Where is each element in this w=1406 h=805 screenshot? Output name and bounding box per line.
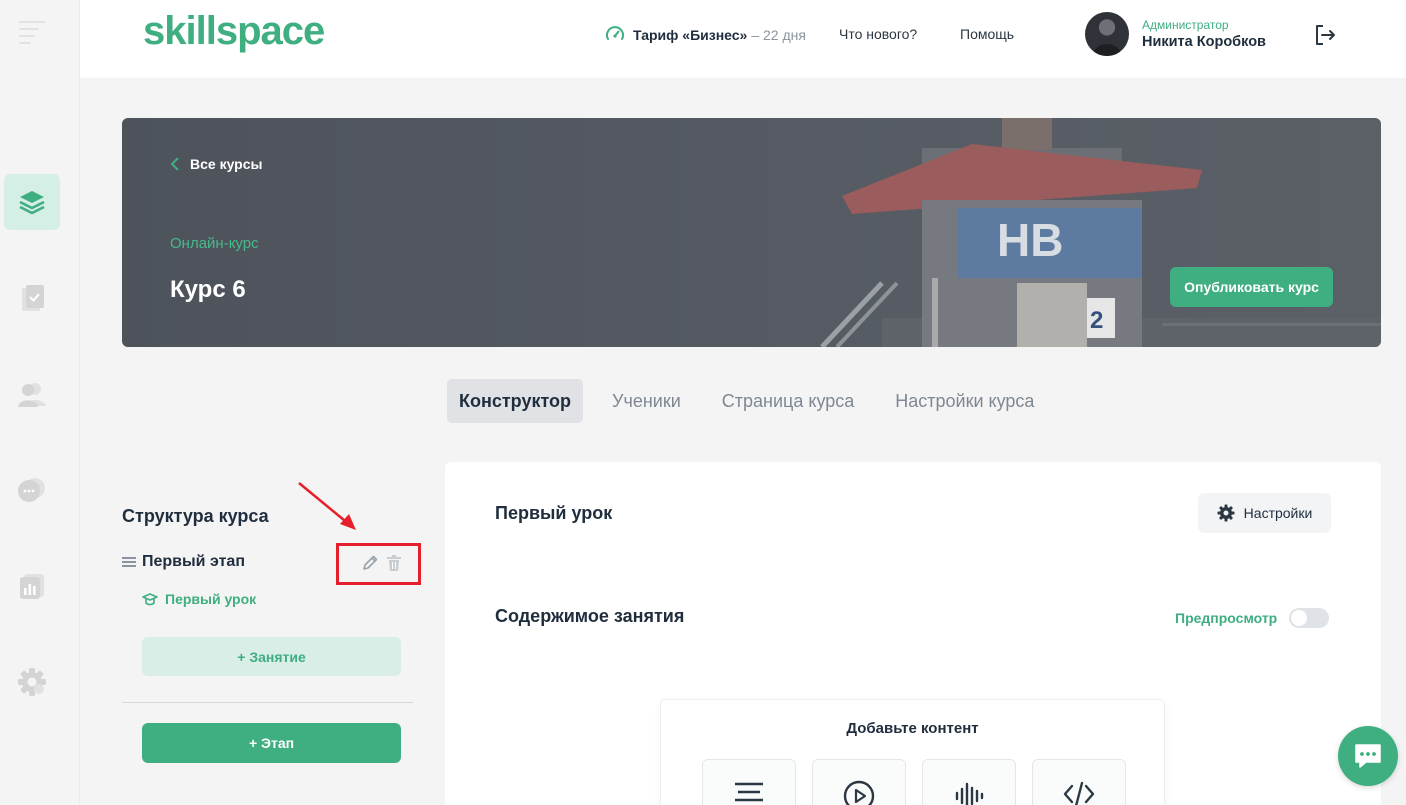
sidebar-item-analytics[interactable]	[4, 558, 60, 614]
add-stage-button[interactable]: + Этап	[142, 723, 401, 763]
lesson-title: Первый урок	[495, 503, 613, 523]
chat-bubble-icon	[1355, 744, 1381, 768]
video-icon	[843, 780, 875, 805]
hero-background-image: HB 2	[820, 118, 1381, 347]
gear-icon	[18, 668, 46, 696]
annotation-arrow-icon	[298, 482, 356, 530]
user-role: Администратор	[1142, 18, 1229, 32]
content-title: Содержимое занятия	[495, 606, 685, 626]
text-icon	[735, 782, 763, 802]
add-content-panel: Добавьте контент	[660, 699, 1165, 805]
preview-toggle[interactable]	[1289, 608, 1330, 628]
add-lesson-button[interactable]: + Занятие	[142, 637, 401, 676]
speedometer-icon	[606, 26, 624, 40]
user-name: Никита Коробков	[1142, 34, 1266, 50]
audio-icon	[955, 782, 984, 805]
add-video-button[interactable]	[812, 759, 906, 805]
menu-toggle-icon[interactable]	[19, 21, 45, 44]
trash-icon	[387, 555, 401, 571]
structure-title: Структура курса	[122, 506, 269, 526]
lesson-settings-button[interactable]: Настройки	[1198, 493, 1331, 533]
tab-students[interactable]: Ученики	[600, 379, 693, 423]
back-link-label: Все курсы	[190, 156, 263, 172]
users-icon	[18, 383, 46, 407]
lesson-item[interactable]: Первый урок	[142, 591, 256, 607]
stage-name: Первый этап	[142, 553, 245, 570]
svg-text:HB: HB	[997, 214, 1063, 266]
add-code-button[interactable]	[1032, 759, 1126, 805]
publish-course-button[interactable]: Опубликовать курс	[1170, 267, 1333, 307]
avatar[interactable]	[1085, 12, 1129, 56]
code-icon	[1063, 781, 1095, 805]
stage-item[interactable]: Первый этап	[122, 553, 245, 571]
document-check-icon	[22, 285, 44, 311]
logo[interactable]: skillspace	[143, 9, 325, 54]
drag-handle-icon[interactable]	[122, 555, 136, 569]
add-text-button[interactable]	[702, 759, 796, 805]
sidebar-item-assignments[interactable]	[4, 270, 60, 326]
analytics-icon	[20, 574, 44, 599]
logout-icon	[1316, 25, 1335, 45]
course-tabs: Конструктор Ученики Страница курса Настр…	[447, 379, 1063, 423]
tariff-days: – 22 дня	[751, 27, 806, 43]
sidebar-item-messages[interactable]	[4, 462, 60, 518]
logout-button[interactable]	[1313, 23, 1337, 52]
svg-text:2: 2	[1090, 307, 1103, 334]
sidebar	[0, 0, 80, 805]
preview-control: Предпросмотр	[1175, 608, 1330, 628]
delete-stage-button[interactable]	[386, 554, 402, 577]
course-type: Онлайн-курс	[170, 235, 259, 252]
chevron-left-icon	[170, 157, 179, 171]
settings-label: Настройки	[1243, 505, 1313, 521]
chat-icon	[18, 478, 45, 502]
back-to-courses-link[interactable]: Все курсы	[170, 156, 262, 172]
edit-stage-button[interactable]	[361, 554, 379, 577]
support-chat-button[interactable]	[1338, 726, 1398, 786]
sidebar-item-students[interactable]	[4, 366, 60, 422]
tab-constructor[interactable]: Конструктор	[447, 379, 584, 423]
preview-label: Предпросмотр	[1175, 610, 1278, 626]
help-link[interactable]: Помощь	[960, 26, 1014, 42]
course-title: Курс 6	[170, 276, 246, 303]
divider	[122, 702, 413, 703]
graduation-cap-icon	[142, 593, 158, 606]
user-profile[interactable]: Администратор Никита Коробков	[1085, 12, 1266, 56]
course-hero: HB 2 Все курсы Онлайн-курс Курс 6 Опубли…	[122, 118, 1381, 347]
add-content-title: Добавьте контент	[846, 720, 979, 737]
gear-icon	[1217, 504, 1235, 522]
layers-icon	[19, 191, 45, 215]
tab-course-page[interactable]: Страница курса	[710, 379, 866, 423]
lesson-name: Первый урок	[165, 591, 257, 607]
lesson-editor-card: Первый урок Настройки Содержимое занятия…	[445, 462, 1381, 805]
sidebar-item-settings[interactable]	[4, 654, 60, 710]
top-bar: skillspace Тариф «Бизнес» – 22 дня Что н…	[80, 0, 1406, 78]
tariff-indicator[interactable]: Тариф «Бизнес» – 22 дня	[605, 25, 806, 45]
pencil-icon	[363, 555, 378, 570]
add-audio-button[interactable]	[922, 759, 1016, 805]
tariff-label: Тариф «Бизнес»	[633, 27, 748, 43]
whats-new-link[interactable]: Что нового?	[839, 26, 917, 42]
tab-course-settings[interactable]: Настройки курса	[883, 379, 1046, 423]
sidebar-item-courses[interactable]	[4, 174, 60, 230]
